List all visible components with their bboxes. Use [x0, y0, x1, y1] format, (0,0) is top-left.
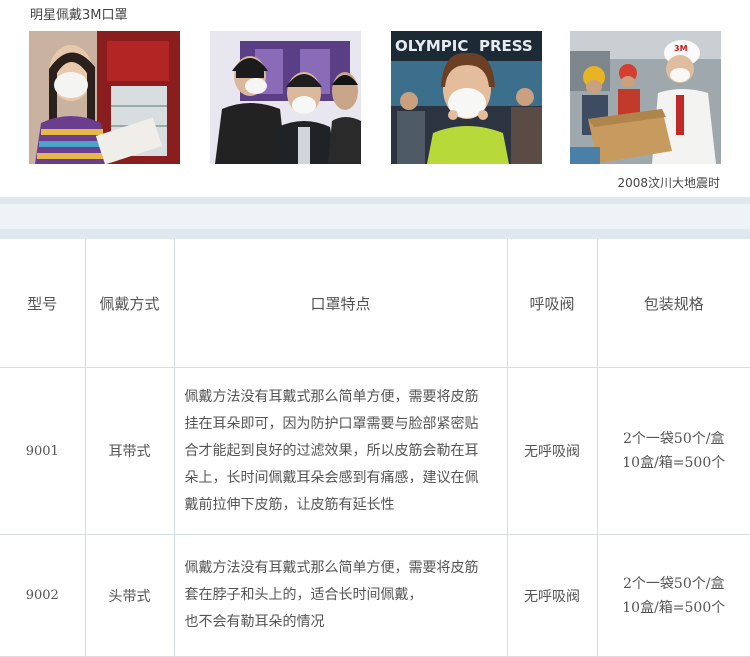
- photo-3m-helmet-worker: 3M: [570, 31, 721, 164]
- header-wearing: 佩戴方式: [85, 239, 174, 368]
- cell-features: 佩戴方法没有耳戴式那么简单方便，需要将皮筋 套在脖子和头上的，适合长时间佩戴， …: [174, 535, 507, 657]
- cell-model: 9001: [0, 368, 85, 535]
- feature-line: 朵上，长时间佩戴耳朵会感到有痛感，建议在佩: [185, 465, 497, 492]
- cell-packaging: 2个一袋50个/盒 10盒/箱=500个: [597, 535, 750, 657]
- cell-model: 9002: [0, 535, 85, 657]
- table-row: 9001 耳带式 佩戴方法没有耳戴式那么简单方便，需要将皮筋 挂在耳朵即可，因为…: [0, 368, 750, 535]
- photo-caption-bottom: 2008汶川大地震时: [617, 174, 720, 191]
- packaging-line: 10盒/箱=500个: [598, 451, 750, 475]
- photo-woman-striped-sweater: [29, 31, 180, 164]
- cell-packaging: 2个一袋50个/盒 10盒/箱=500个: [597, 368, 750, 535]
- feature-line: 挂在耳朵即可，因为防护口罩需要与脸部紧密贴: [185, 411, 497, 438]
- cell-features: 佩戴方法没有耳戴式那么简单方便，需要将皮筋 挂在耳朵即可，因为防护口罩需要与脸部…: [174, 368, 507, 535]
- cell-valve: 无呼吸阀: [507, 535, 597, 657]
- cell-wearing: 头带式: [85, 535, 174, 657]
- feature-line: 套在脖子和头上的，适合长时间佩戴，: [185, 582, 497, 609]
- header-model: 型号: [0, 239, 85, 368]
- packaging-line: 2个一袋50个/盒: [598, 572, 750, 596]
- header-valve: 呼吸阀: [507, 239, 597, 368]
- divider-band-top: [0, 197, 750, 204]
- divider-band-middle: [0, 204, 750, 229]
- feature-line: 也不会有勒耳朵的情况: [185, 609, 497, 636]
- packaging-line: 10盒/箱=500个: [598, 596, 750, 620]
- cell-wearing: 耳带式: [85, 368, 174, 535]
- header-packaging: 包装规格: [597, 239, 750, 368]
- feature-line: 佩戴方法没有耳戴式那么简单方便，需要将皮筋: [185, 384, 497, 411]
- feature-line: 戴前拉伸下皮筋，让皮筋有延长性: [185, 492, 497, 519]
- feature-line: 合才能起到良好的过滤效果，所以皮筋会勒在耳: [185, 438, 497, 465]
- mask-spec-table: 型号 佩戴方式 口罩特点 呼吸阀 包装规格 9001 耳带式 佩戴方法没有耳戴式…: [0, 239, 750, 657]
- feature-line: 佩戴方法没有耳戴式那么简单方便，需要将皮筋: [185, 555, 497, 582]
- helmet-logo-text: 3M: [674, 44, 688, 53]
- packaging-line: 2个一袋50个/盒: [598, 427, 750, 451]
- photo-caption-top: 明星佩戴3M口罩: [30, 4, 128, 23]
- header-features: 口罩特点: [174, 239, 507, 368]
- table-header-row: 型号 佩戴方式 口罩特点 呼吸阀 包装规格: [0, 239, 750, 368]
- divider-band-bottom: [0, 229, 750, 239]
- cell-valve: 无呼吸阀: [507, 368, 597, 535]
- sign-text-olympic: OLYMPIC: [395, 37, 468, 55]
- table-row: 9002 头带式 佩戴方法没有耳戴式那么简单方便，需要将皮筋 套在脖子和头上的，…: [0, 535, 750, 657]
- sign-text-express: PRESS: [479, 37, 533, 55]
- photo-woman-olympic-sign: OLYMPIC PRESS: [391, 31, 542, 164]
- photo-group-men-suits: [210, 31, 361, 164]
